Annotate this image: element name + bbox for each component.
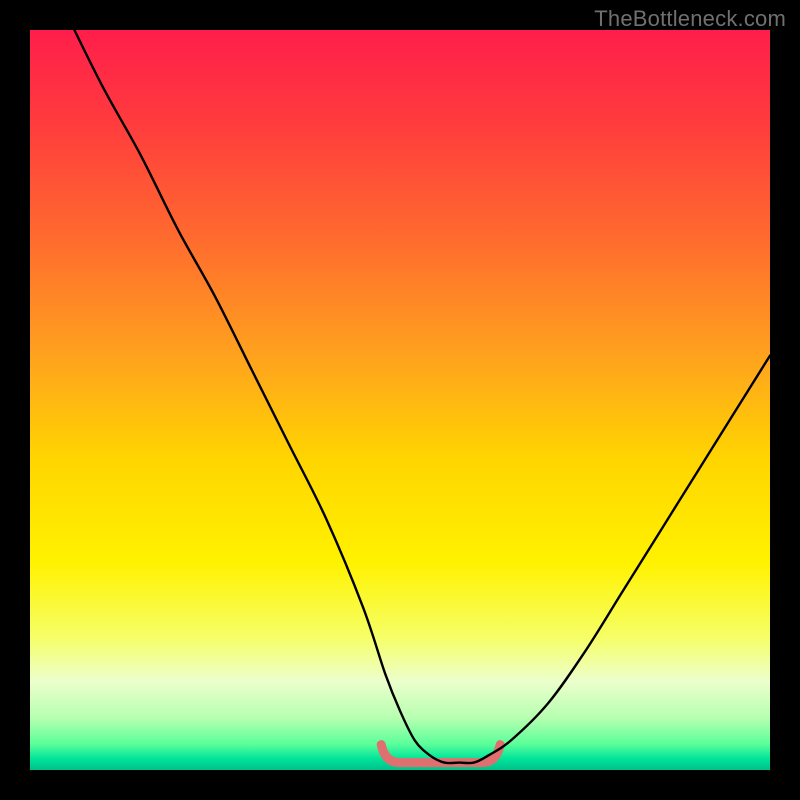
chart-stage: TheBottleneck.com — [0, 0, 800, 800]
plot-background — [30, 30, 770, 770]
watermark-text: TheBottleneck.com — [594, 6, 786, 32]
bottleneck-chart — [0, 0, 800, 800]
